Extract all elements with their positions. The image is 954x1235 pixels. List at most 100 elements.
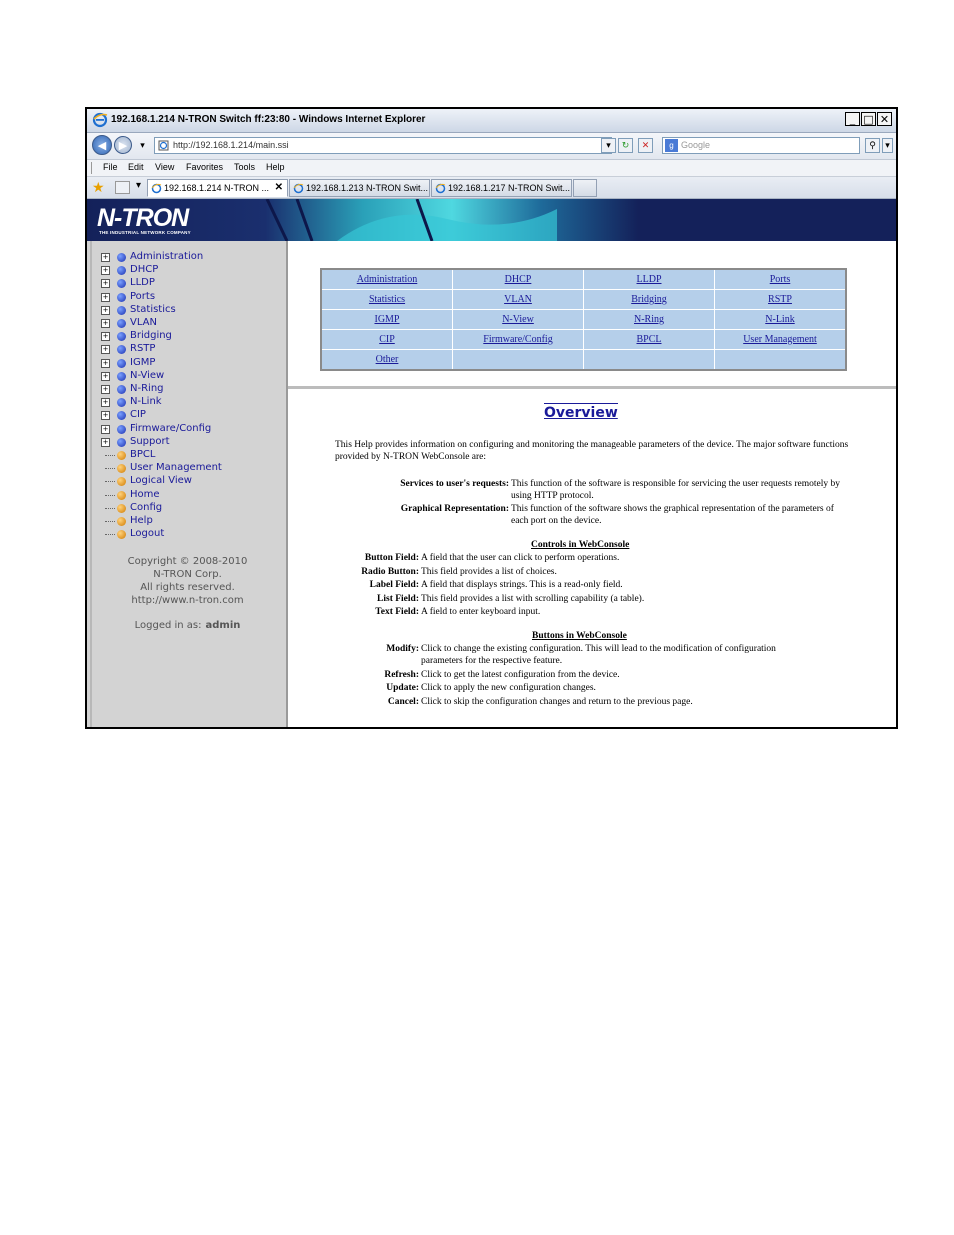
buttons-text: Click to skip the configuration changes … xyxy=(421,696,693,707)
tab-list-icon[interactable]: ▾ xyxy=(136,180,141,191)
tree-line xyxy=(105,521,115,522)
buttons-text: Click to change the existing configurati… xyxy=(421,644,776,666)
function-text: This function of the software is respons… xyxy=(511,479,840,501)
expand-icon[interactable]: + xyxy=(101,398,110,408)
tab-1[interactable]: 192.168.1.214 N-TRON ... ✕ xyxy=(147,179,288,197)
link-firmware-config[interactable]: Firmware/Config xyxy=(452,329,584,350)
page-bullet-icon xyxy=(117,464,126,474)
new-tab-button[interactable] xyxy=(573,179,597,197)
controls-label: Label Field: xyxy=(369,580,419,590)
expand-icon[interactable]: + xyxy=(101,411,110,421)
close-button[interactable]: ✕ xyxy=(877,112,892,126)
link-lldp[interactable]: LLDP xyxy=(583,268,715,290)
tree-line xyxy=(105,481,115,483)
sidebar-item-label: Firmware/Config xyxy=(130,422,212,434)
refresh-icon[interactable]: ↻ xyxy=(618,138,633,153)
forward-button[interactable]: ▶ xyxy=(114,136,132,154)
expand-icon[interactable]: + xyxy=(101,358,110,368)
link-rstp[interactable]: RSTP xyxy=(714,289,847,310)
expand-icon[interactable]: + xyxy=(101,266,110,276)
menu-edit[interactable]: Edit xyxy=(128,162,144,172)
sidebar-item-label: N-Link xyxy=(130,396,162,408)
stop-icon[interactable]: ✕ xyxy=(638,138,653,153)
link-row: CIP Firmware/Config BPCL User Management xyxy=(320,329,847,350)
tab-3[interactable]: 192.168.1.217 N-TRON Swit... xyxy=(431,179,572,197)
folder-bullet-icon xyxy=(117,266,126,276)
folder-bullet-icon xyxy=(117,305,126,315)
sidebar-item-label: Bridging xyxy=(130,330,172,342)
controls-text: A field to enter keyboard input. xyxy=(421,607,541,617)
folder-bullet-icon xyxy=(117,332,126,342)
expand-icon[interactable]: + xyxy=(101,437,110,447)
sidebar-item-label: Logout xyxy=(130,528,165,540)
link-administration[interactable]: Administration xyxy=(320,268,453,290)
sidebar-item-label: LLDP xyxy=(130,277,155,289)
link-other[interactable]: Other xyxy=(320,349,453,371)
tree-line xyxy=(105,468,115,470)
expand-icon[interactable]: + xyxy=(101,279,110,289)
tab-2-label: 192.168.1.213 N-TRON Swit... xyxy=(306,183,429,193)
quick-tabs-icon[interactable] xyxy=(115,181,130,194)
sidebar-item-label: User Management xyxy=(130,462,222,474)
folder-bullet-icon xyxy=(117,385,126,394)
link-cip[interactable]: CIP xyxy=(320,329,453,350)
maximize-button[interactable]: □ xyxy=(861,112,876,126)
favorites-star-icon[interactable]: ★ xyxy=(92,179,105,196)
link-ports[interactable]: Ports xyxy=(714,268,847,290)
expand-icon[interactable]: + xyxy=(101,332,110,342)
menu-view[interactable]: View xyxy=(155,162,174,172)
menu-tools[interactable]: Tools xyxy=(234,162,255,172)
sidebar-item-label: CIP xyxy=(130,409,146,421)
folder-bullet-icon xyxy=(117,319,126,328)
expand-icon[interactable]: + xyxy=(101,319,110,328)
search-icon[interactable]: ⚲ xyxy=(865,138,880,153)
tree-line xyxy=(105,494,115,496)
tree-line xyxy=(105,507,115,509)
expand-icon[interactable]: + xyxy=(101,345,110,355)
link-igmp[interactable]: IGMP xyxy=(320,309,453,330)
controls-text: This field provides a list of choices. xyxy=(421,566,557,577)
search-options-icon[interactable]: ▾ xyxy=(882,138,893,153)
menu-favorites[interactable]: Favorites xyxy=(186,162,223,172)
banner-graphic xyxy=(87,199,896,241)
expand-icon[interactable]: + xyxy=(101,253,110,262)
link-user-management[interactable]: User Management xyxy=(714,329,847,350)
folder-bullet-icon xyxy=(117,398,126,408)
menu-help[interactable]: Help xyxy=(266,162,285,172)
menu-file[interactable]: File xyxy=(103,162,118,172)
website-url: http://www.n-tron.com xyxy=(131,595,244,606)
expand-icon[interactable]: + xyxy=(101,371,110,381)
expand-icon[interactable]: + xyxy=(101,292,110,302)
link-dhcp[interactable]: DHCP xyxy=(452,268,584,290)
link-vlan[interactable]: VLAN xyxy=(452,289,584,310)
back-button[interactable]: ◀ xyxy=(92,135,112,155)
tab-2[interactable]: 192.168.1.213 N-TRON Swit... xyxy=(289,179,430,197)
controls-text: A field that the user can click to perfo… xyxy=(421,553,620,563)
tree-line xyxy=(105,534,115,536)
folder-bullet-icon xyxy=(117,292,126,302)
function-label: Services to user's requests: xyxy=(400,479,509,489)
link-bridging[interactable]: Bridging xyxy=(583,289,715,310)
link-n-ring[interactable]: N-Ring xyxy=(583,309,715,330)
tab-close-icon[interactable]: ✕ xyxy=(275,182,283,193)
expand-icon[interactable]: + xyxy=(101,424,110,434)
link-statistics[interactable]: Statistics xyxy=(320,289,453,310)
sidebar-item-label: DHCP xyxy=(130,264,159,276)
url-input[interactable]: http://192.168.1.214/main.ssi xyxy=(154,137,612,154)
folder-bullet-icon xyxy=(117,437,126,447)
search-input[interactable]: g Google xyxy=(662,137,860,154)
link-row: Other xyxy=(320,349,847,371)
sidebar-item-label: RSTP xyxy=(130,343,156,355)
controls-heading: Controls in WebConsole xyxy=(531,540,630,550)
expand-icon[interactable]: + xyxy=(101,305,110,315)
url-dropdown-button[interactable]: ▾ xyxy=(601,138,616,153)
function-label: Graphical Representation: xyxy=(400,504,509,514)
minimize-button[interactable]: _ xyxy=(845,112,860,126)
history-dropdown-icon[interactable]: ▾ xyxy=(135,139,150,154)
link-bpcl[interactable]: BPCL xyxy=(583,329,715,350)
link-n-view[interactable]: N-View xyxy=(452,309,584,330)
tab-3-label: 192.168.1.217 N-TRON Swit... xyxy=(448,183,571,193)
link-n-link[interactable]: N-Link xyxy=(714,309,847,330)
controls-text: A field that displays strings. This is a… xyxy=(421,580,623,590)
expand-icon[interactable]: + xyxy=(101,385,110,394)
